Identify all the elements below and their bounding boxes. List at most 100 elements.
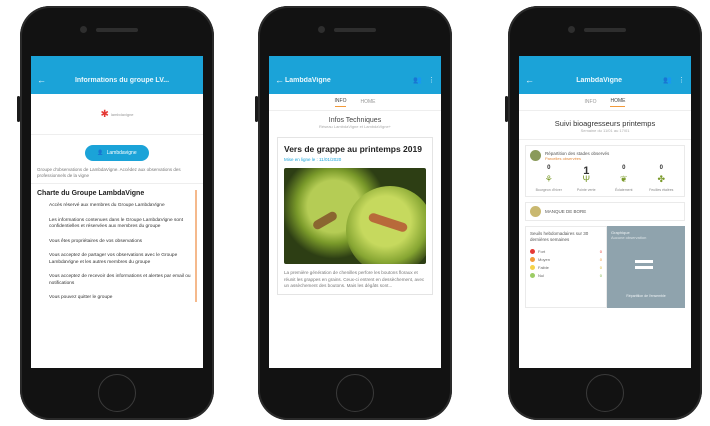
join-group-button[interactable]: 👤 Lambdavigne: [85, 145, 149, 161]
table-row: Faible 0: [530, 263, 602, 271]
charte-item: Vous êtes propriétaires de vos observati…: [49, 238, 143, 244]
caterpillar-shape: [311, 210, 339, 231]
row-value: 0: [599, 256, 602, 262]
bore-section-header: MANQUE DE BORE: [525, 202, 685, 221]
row-label: Fort: [538, 248, 546, 254]
stage-item[interactable]: 0 ✤ Feuilles étalées: [646, 165, 676, 192]
leaf-icon: ❦: [619, 174, 628, 184]
table-header: Seuils hebdomadaires sur 30 dernières se…: [530, 231, 589, 242]
app-bar-title: LambdaVigne: [285, 76, 331, 84]
article-date-link[interactable]: Mise en ligne le : 11/01/2020: [284, 157, 426, 162]
arrow-left-icon[interactable]: ←: [275, 75, 285, 85]
level-dot: [530, 256, 535, 262]
stage-label: Bourgeon d'hiver: [535, 188, 562, 192]
tab-bar: INFO HOME: [519, 94, 691, 111]
level-dot: [530, 264, 535, 270]
logo-mark-icon: ✱: [100, 108, 109, 120]
stages-section: Répartition des stades observés Parcelle…: [525, 145, 685, 197]
suivi-subtitle: Semaine du 11/01 au 17/01: [580, 128, 630, 133]
sprout-icon: Ψ: [582, 174, 591, 184]
arrow-left-icon[interactable]: ←: [525, 75, 535, 85]
app-bar-title: LambdaVigne: [576, 76, 623, 84]
stage-count: 1: [583, 165, 590, 177]
stages-subtitle: Parcelles observées: [545, 155, 582, 161]
logo-text: lambdavigne: [110, 111, 134, 117]
stage-count: 0: [622, 165, 626, 171]
speaker: [96, 28, 138, 32]
stage-count: 0: [547, 165, 551, 171]
bud-icon: ⚘: [544, 174, 553, 184]
section-subtitle: Réseau LambdaVigne et LambdaVigne+: [318, 124, 392, 129]
section-header: Infos Techniques Réseau LambdaVigne et L…: [269, 111, 441, 133]
row-label: Moyen: [538, 256, 551, 262]
charte-item: Les informations contenues dans le Group…: [49, 217, 184, 230]
chart-footer: Répartition de l'ensemble: [626, 294, 666, 298]
stages-row: 0 ⚘ Bourgeon d'hiver 1 Ψ Pointe verte 0 …: [530, 165, 680, 192]
front-camera: [80, 26, 87, 33]
stage-item[interactable]: 0 ⚘ Bourgeon d'hiver: [534, 165, 564, 192]
status-bar: [269, 56, 441, 66]
app-bar-title: Informations du groupe LV...: [74, 76, 170, 84]
tab-home[interactable]: HOME: [360, 99, 375, 105]
level-dot: [530, 248, 535, 254]
more-vert-icon[interactable]: ⋮: [428, 76, 435, 84]
arrow-left-icon[interactable]: ←: [37, 75, 47, 85]
screen-group-info: ← Informations du groupe LV... ✱ lambdav…: [31, 56, 203, 368]
group-icon[interactable]: 👥: [663, 76, 672, 84]
status-bar: [519, 56, 691, 66]
level-dot: [530, 272, 535, 278]
chart-subtitle: Aucune observation: [611, 235, 647, 240]
tab-info[interactable]: INFO: [334, 98, 347, 107]
volume-button: [505, 96, 508, 122]
volume-button: [17, 96, 20, 122]
avatar: [530, 206, 541, 217]
article-text: La première génération de chenilles perf…: [284, 270, 425, 288]
tab-home[interactable]: HOME: [610, 98, 626, 107]
table-row: Moyen 0: [530, 255, 602, 263]
join-button-label: Lambdavigne: [106, 150, 137, 156]
bore-panels: Seuils hebdomadaires sur 30 dernières se…: [525, 226, 685, 308]
article-title: Vers de grappe au printemps 2019: [284, 144, 422, 154]
speaker: [334, 28, 376, 32]
phone-1: ← Informations du groupe LV... ✱ lambdav…: [17, 6, 214, 420]
suivi-header: Suivi bioagresseurs printemps Semaine du…: [519, 111, 691, 140]
leaves-icon: ✤: [657, 174, 666, 184]
charte-item: Accès réservé aux membres du Groupe Lamb…: [49, 203, 165, 208]
home-button[interactable]: [336, 374, 374, 412]
stages-title: Répartition des stades observés: [545, 150, 610, 156]
charte-item: Vous acceptez de recevoir des informatio…: [49, 274, 191, 286]
charte-item: Vous acceptez de partager vos observatio…: [49, 253, 178, 265]
group-logo: ✱ lambdavigne: [31, 94, 203, 135]
phone-2: ← LambdaVigne 👥 ⋮ INFO HOME Infos Techni…: [255, 6, 452, 420]
group-icon[interactable]: 👥: [413, 76, 422, 84]
home-button[interactable]: [98, 374, 136, 412]
stage-count: 0: [659, 165, 663, 171]
app-bar: ← Informations du groupe LV...: [31, 66, 203, 94]
status-bar: [31, 56, 203, 66]
front-camera: [568, 26, 575, 33]
row-label: Faible: [538, 264, 549, 270]
table-row: Fort 0: [530, 247, 602, 255]
stage-item[interactable]: 1 Ψ Pointe verte: [571, 165, 601, 192]
front-camera: [318, 26, 325, 33]
charte-panel: Charte du Groupe LambdaVigne Accès réser…: [37, 190, 197, 302]
tab-info[interactable]: INFO: [585, 99, 597, 105]
stage-label: Feuilles étalées: [649, 188, 674, 192]
stage-item[interactable]: 0 ❦ Éclatement: [609, 165, 639, 192]
table-row: Nul 0: [530, 271, 602, 279]
stage-label: Éclatement: [614, 188, 633, 192]
home-button[interactable]: [586, 374, 624, 412]
article-card[interactable]: Vers de grappe au printemps 2019 Mise en…: [277, 137, 433, 295]
threshold-table: Seuils hebdomadaires sur 30 dernières se…: [525, 226, 607, 308]
row-value: 0: [599, 248, 602, 254]
charte-item: Vous pouvez quitter le groupe: [49, 295, 113, 300]
phone-3: ← LambdaVigne 👥 ⋮ INFO HOME Suivi bioagr…: [505, 6, 702, 420]
group-intro: Groupe d'observations de LambdaVigne. Ac…: [31, 167, 203, 184]
row-label: Nul: [538, 272, 545, 278]
row-value: 0: [599, 272, 602, 278]
charte-title: Charte du Groupe LambdaVigne: [37, 190, 145, 197]
equals-icon: [635, 260, 653, 272]
more-vert-icon[interactable]: ⋮: [678, 76, 685, 84]
stage-label: Pointe verte: [576, 188, 596, 192]
suivi-title: Suivi bioagresseurs printemps: [554, 119, 656, 128]
